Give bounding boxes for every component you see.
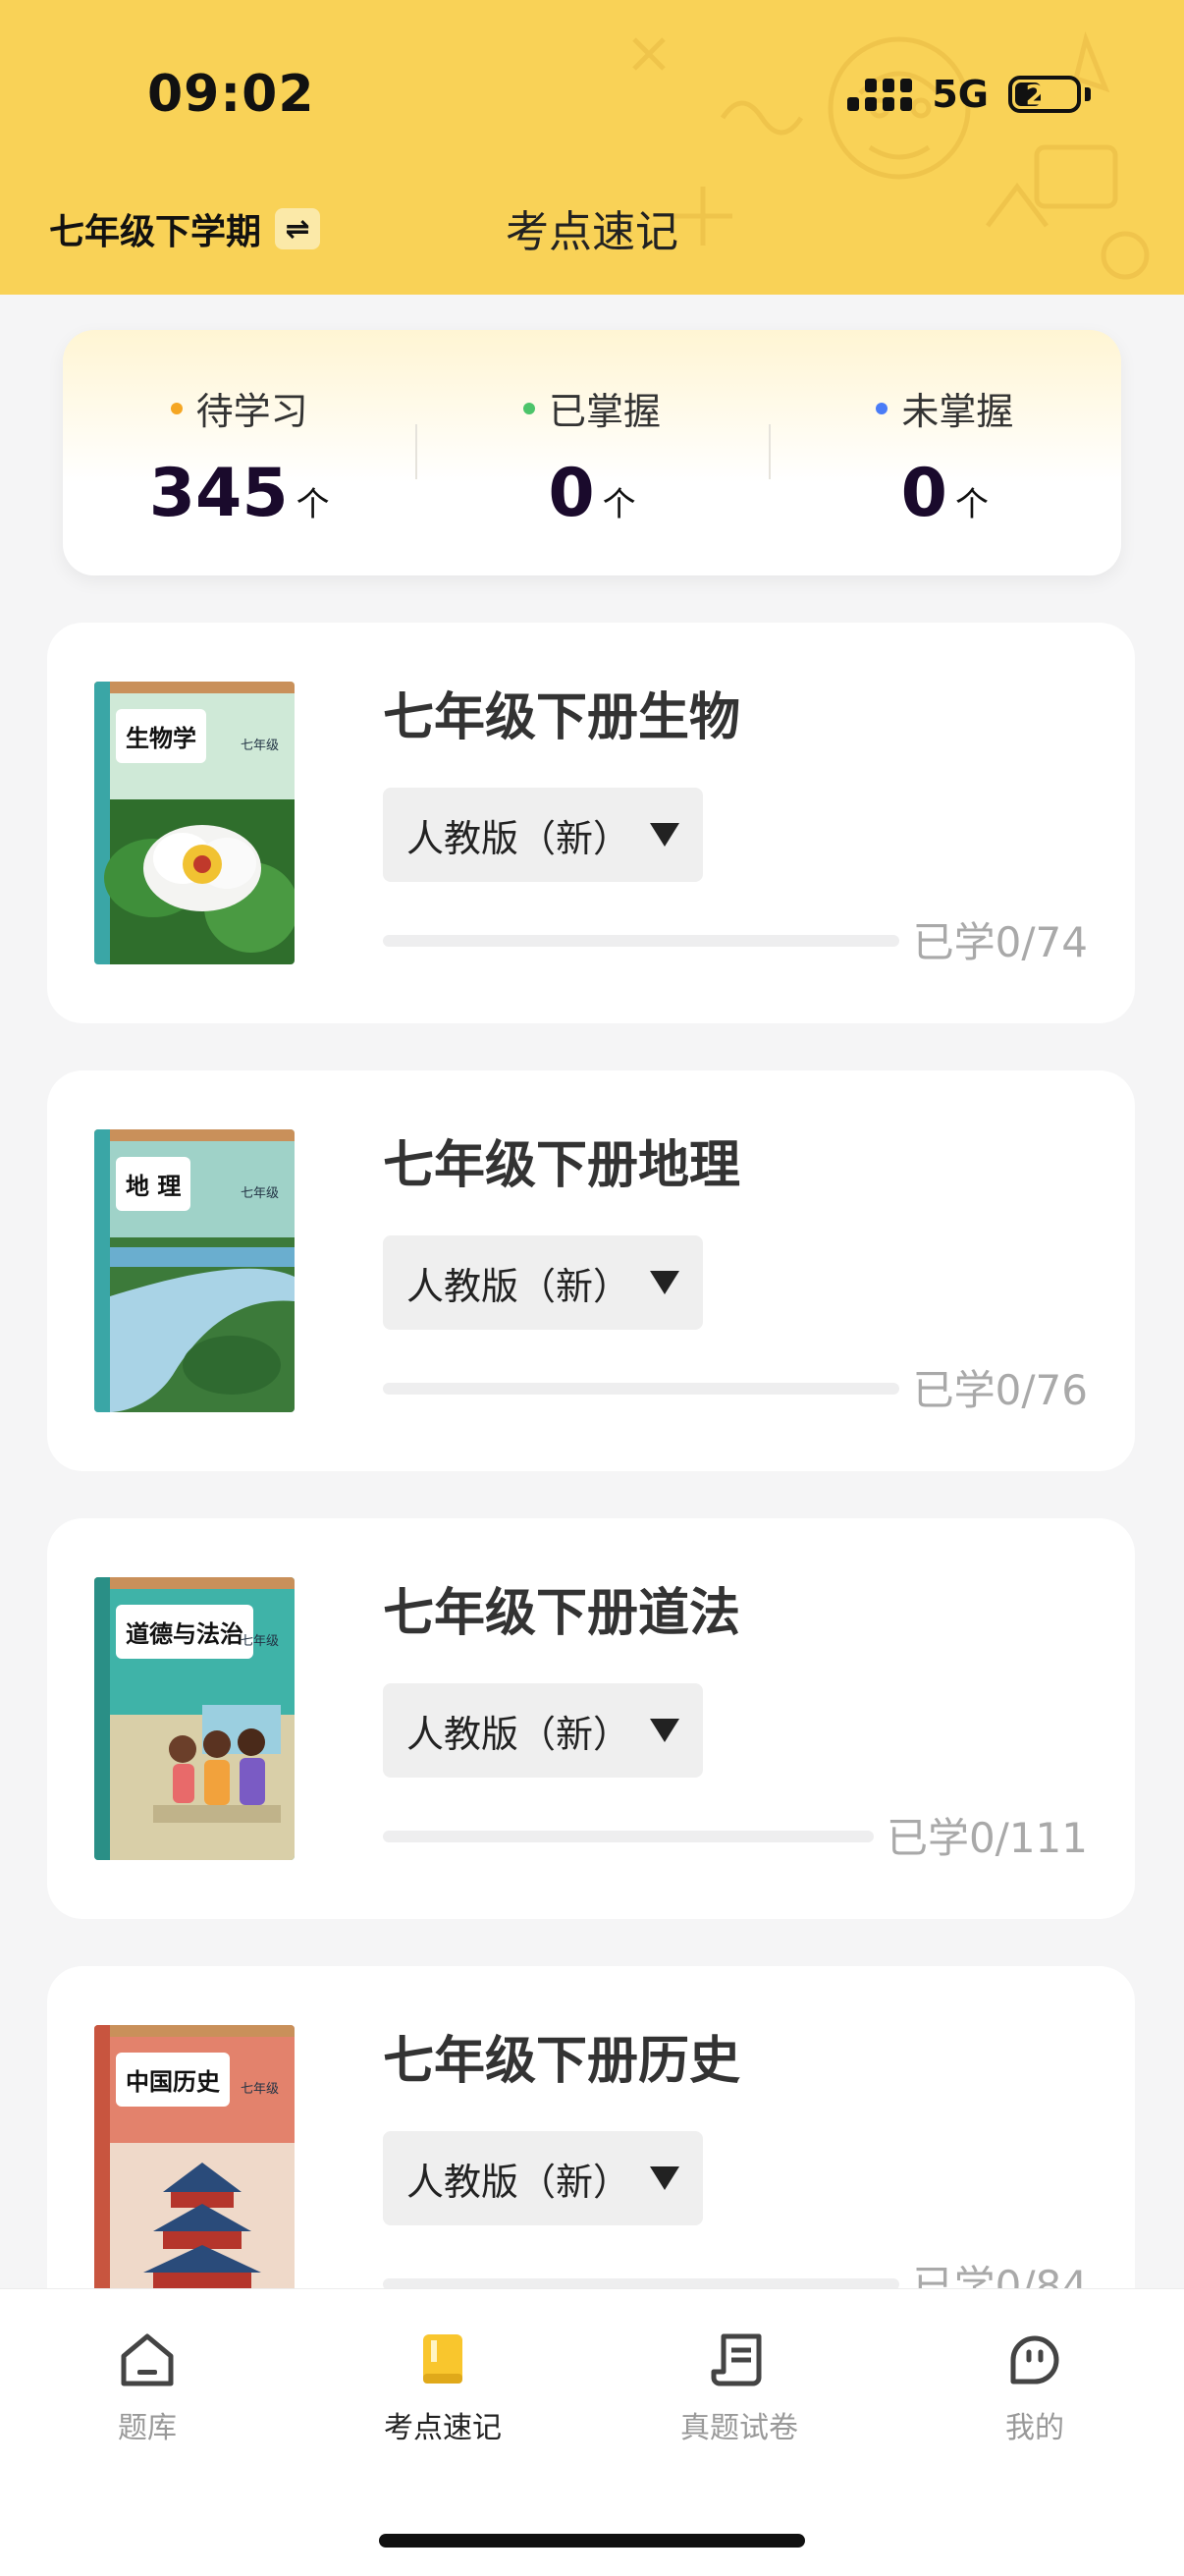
edition-dropdown[interactable]: 人教版（新） [383, 788, 703, 882]
book-cover-morality-law: 道德与法治 七年级 [94, 1577, 295, 1860]
tab-past-papers[interactable]: 真题试卷 [631, 2329, 847, 2446]
book-cover-biology: 生物学 七年级 [94, 682, 295, 964]
cover-title: 道德与法治 [116, 1605, 253, 1659]
stat-mastered[interactable]: 已掌握 0 个 [415, 330, 768, 575]
tab-label: 真题试卷 [680, 2411, 798, 2445]
stat-label: 待学习 [195, 390, 308, 433]
battery-level: 22 [1025, 78, 1064, 111]
book-card-geography[interactable]: 地 理 七年级 七年级下册地理 人教版（新） 已学0/76 [47, 1070, 1135, 1471]
stat-unit: 个 [296, 485, 330, 524]
book-cover-history: 中国历史 七年级 [94, 2025, 295, 2308]
tab-mine[interactable]: 我的 [927, 2329, 1143, 2446]
stat-value: 345 [148, 455, 289, 532]
cover-grade: 七年级 [240, 1186, 279, 1201]
cover-title: 地 理 [116, 1157, 191, 1211]
pending-dot-icon [170, 402, 183, 414]
cover-grade: 七年级 [240, 739, 279, 753]
status-time: 09:02 [147, 65, 315, 124]
stat-label: 未掌握 [901, 390, 1014, 433]
tab-label: 题库 [118, 2411, 177, 2445]
progress-bar [383, 1383, 899, 1395]
stat-unmastered[interactable]: 未掌握 0 个 [768, 330, 1121, 575]
unmastered-dot-icon [876, 402, 888, 414]
edition-label: 人教版（新） [406, 2160, 631, 2204]
signal-icon [847, 78, 913, 111]
book-title: 七年级下册道法 [383, 1584, 741, 1643]
network-type: 5G [932, 73, 989, 116]
stat-unit: 个 [602, 485, 636, 524]
stats-card: 待学习 345 个 已掌握 0 个 未掌握 0 个 [63, 330, 1121, 575]
page-title: 考点速记 [506, 207, 678, 257]
cover-title: 生物学 [116, 709, 206, 763]
battery-icon: 22 [1008, 76, 1081, 113]
edition-label: 人教版（新） [406, 1264, 631, 1308]
tab-key-points[interactable]: 考点速记 [335, 2329, 551, 2446]
home-icon [121, 2333, 174, 2386]
caret-down-icon [650, 2166, 679, 2190]
progress-text: 已学0/111 [886, 1814, 1088, 1862]
cover-grade: 七年级 [240, 1634, 279, 1649]
tab-label: 考点速记 [384, 2411, 502, 2445]
book-icon [423, 2334, 462, 2384]
tab-label: 我的 [1005, 2411, 1064, 2445]
book-cover-geography: 地 理 七年级 [94, 1129, 295, 1412]
book-title: 七年级下册地理 [383, 1136, 741, 1195]
cover-title: 中国历史 [116, 2053, 230, 2107]
mastered-dot-icon [522, 402, 535, 414]
cover-grade: 七年级 [240, 2082, 279, 2097]
stat-value: 0 [548, 455, 595, 532]
status-icons: 5G 22 [847, 73, 1091, 116]
top-header: 09:02 5G 22 七年级下学期 ⇌ 考点速记 [0, 0, 1184, 295]
edition-label: 人教版（新） [406, 1712, 631, 1756]
caret-down-icon [650, 823, 679, 847]
progress-bar [383, 935, 899, 947]
edition-dropdown[interactable]: 人教版（新） [383, 1235, 703, 1330]
book-card-biology[interactable]: 生物学 七年级 七年级下册生物 人教版（新） 已学0/74 [47, 623, 1135, 1023]
progress-text: 已学0/76 [912, 1366, 1088, 1414]
edition-dropdown[interactable]: 人教版（新） [383, 2131, 703, 2225]
progress-bar [383, 1831, 874, 1842]
book-title: 七年级下册生物 [383, 688, 741, 747]
home-indicator [379, 2534, 805, 2548]
tab-question-bank[interactable]: 题库 [39, 2329, 255, 2446]
edition-dropdown[interactable]: 人教版（新） [383, 1683, 703, 1778]
caret-down-icon [650, 1271, 679, 1294]
stat-pending[interactable]: 待学习 345 个 [63, 330, 415, 575]
stat-unit: 个 [954, 485, 989, 524]
stat-value: 0 [900, 455, 947, 532]
scroll-icon [711, 2333, 762, 2386]
progress-text: 已学0/74 [912, 918, 1088, 966]
stat-label: 已掌握 [548, 390, 661, 433]
face-icon [1010, 2335, 1059, 2384]
edition-label: 人教版（新） [406, 816, 631, 860]
book-card-morality-law[interactable]: 道德与法治 七年级 七年级下册道法 人教版（新） 已学0/111 [47, 1518, 1135, 1919]
book-title: 七年级下册历史 [383, 2032, 741, 2091]
caret-down-icon [650, 1719, 679, 1742]
